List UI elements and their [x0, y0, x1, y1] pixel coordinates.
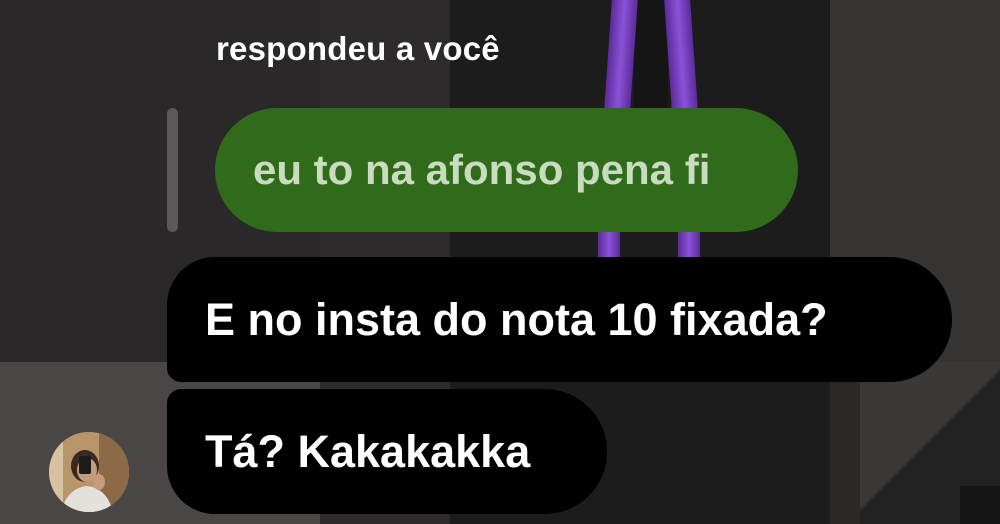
- background-purple-strap-bottom-left: [598, 232, 620, 258]
- reply-header: respondeu a você: [216, 30, 500, 67]
- quoted-message-bubble[interactable]: eu to na afonso pena fi: [215, 108, 798, 232]
- user-photo-avatar-icon: [49, 432, 129, 512]
- reply-indicator-bar: [167, 108, 178, 232]
- message-bubble[interactable]: Tá? Kakakakka: [167, 389, 607, 514]
- background-corner: [960, 486, 1000, 524]
- user-avatar[interactable]: [49, 432, 129, 512]
- background-purple-strap-bottom-right: [678, 232, 700, 258]
- message-bubble[interactable]: E no insta do nota 10 fixada?: [167, 257, 952, 382]
- background-strap-shadow: [634, 0, 668, 110]
- chat-screen: respondeu a você eu to na afonso pena fi…: [0, 0, 1000, 524]
